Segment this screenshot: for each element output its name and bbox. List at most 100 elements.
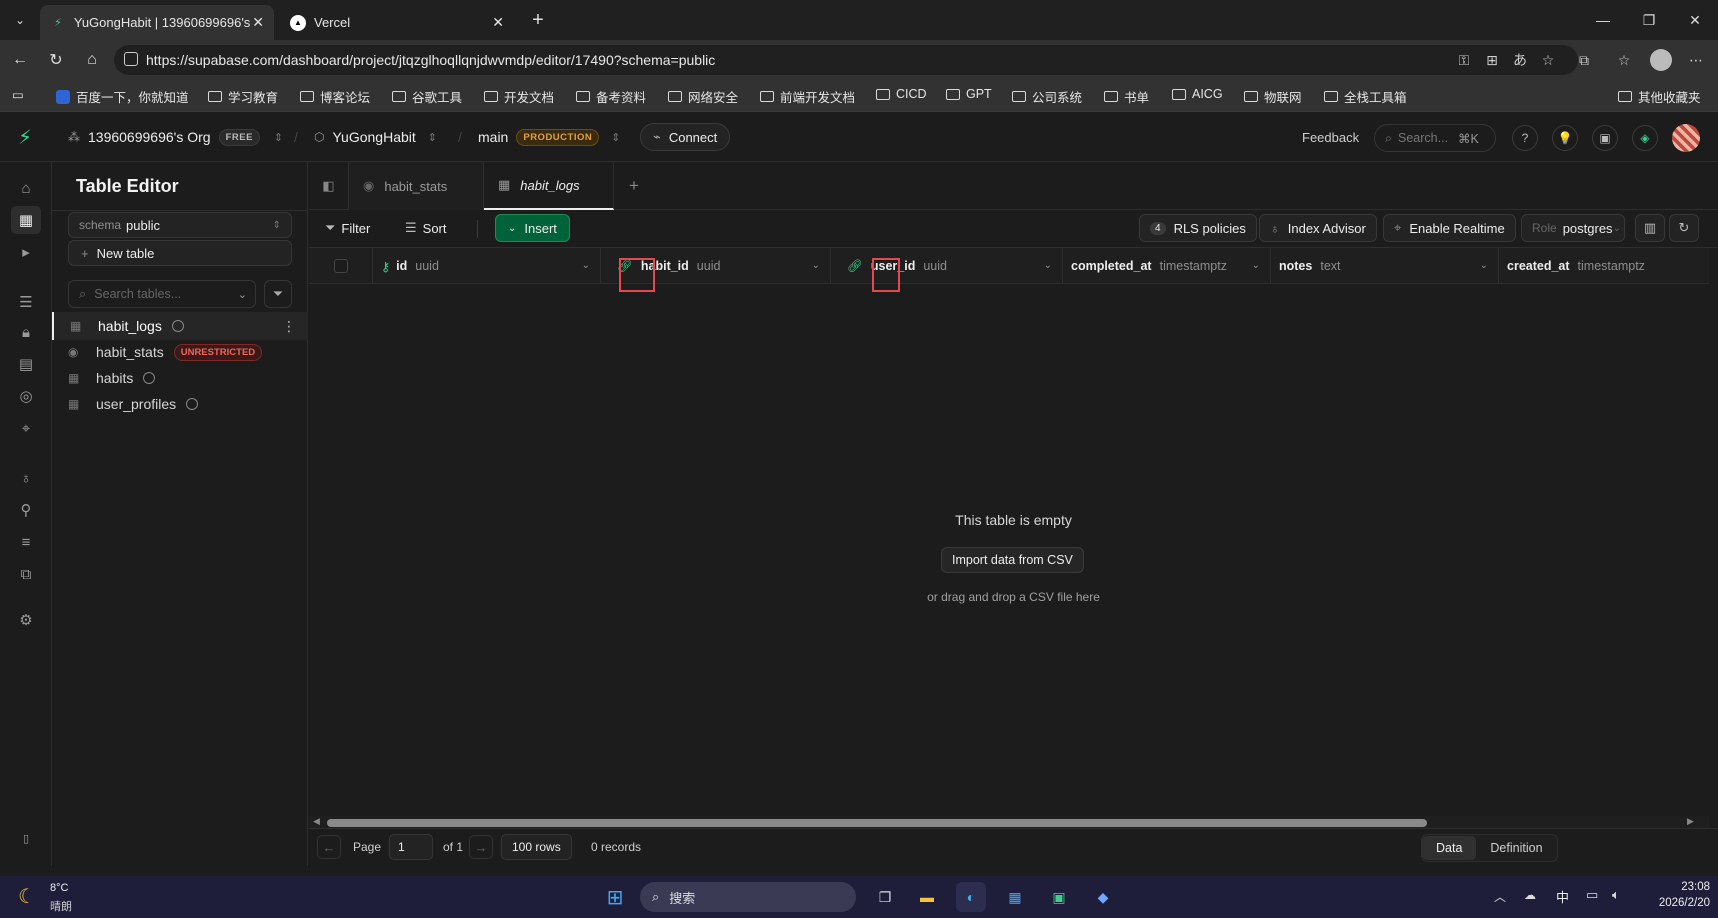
column-header-created_at[interactable]: created_at timestamptz [1499,248,1709,284]
bookmark-folder[interactable]: 全栈工具箱 [1324,87,1407,106]
table-item-habit_logs[interactable]: ▦ habit_logs ⋮ [52,312,308,340]
table-item-habits[interactable]: ▦ habits [52,364,308,392]
next-page-button[interactable]: → [469,835,493,859]
logs-list-icon[interactable]: ≡ [14,530,38,554]
storage-icon[interactable]: ▤ [14,352,38,376]
chevron-down-icon[interactable]: ⌄ [812,260,820,271]
rls-policies-button[interactable]: 4 RLS policies [1139,214,1257,242]
edge-browser-icon[interactable]: ◐ [956,882,986,912]
profile-avatar[interactable] [1650,49,1672,71]
add-tab-icon[interactable]: + [614,162,654,210]
scroll-right-icon[interactable]: ▶ [1687,816,1694,827]
translate-icon[interactable]: あ [1510,50,1530,70]
task-view-icon[interactable]: ❐ [870,882,900,912]
rows-per-page-select[interactable]: 100 rows [501,834,572,860]
supabase-logo-icon[interactable]: ⚡ [18,112,32,162]
tab-habit_stats[interactable]: ◉ habit_stats [349,162,484,210]
taskbar-search[interactable]: ⌕ 搜索 [640,882,856,912]
feedback-button[interactable]: Feedback [1302,112,1359,162]
weather-moon-icon[interactable]: ☾ [18,884,36,909]
schema-select[interactable]: schema public ⇕ [68,212,292,238]
select-all-checkbox[interactable] [333,259,348,273]
enable-realtime-button[interactable]: ⌖ Enable Realtime [1383,214,1516,242]
filter-button[interactable]: ⏷ Filter [325,214,370,242]
bookmark-folder[interactable]: 备考资料 [576,87,646,106]
new-tab-icon[interactable]: + [526,8,550,32]
windows-start-icon[interactable]: ⊞ [600,882,630,912]
bookmarks-toggle-icon[interactable]: ▭ [12,87,24,102]
database-icon[interactable]: ☰ [14,290,38,314]
favorites-icon[interactable]: ☆ [1614,50,1634,70]
refresh-icon[interactable]: ↻ [1669,214,1699,242]
index-advisor-button[interactable]: ♁ Index Advisor [1259,214,1377,242]
extensions-icon[interactable]: ⧉ [1574,50,1594,70]
observability-icon[interactable]: ⚲ [14,498,38,522]
home-icon[interactable]: ⌂ [14,176,38,200]
column-header-id[interactable]: ⚷ id uuid ⌄ [373,248,601,284]
clock-date[interactable]: 2026/2/20 [1640,897,1710,909]
chevron-down-icon[interactable]: ⌄ [1044,260,1052,271]
table-item-habit_stats[interactable]: ◉ habit_stats UNRESTRICTED [52,338,308,366]
column-header-user_id[interactable]: 🔗︎ user_id uuid ⌄ [831,248,1063,284]
column-header-notes[interactable]: notes text ⌄ [1271,248,1499,284]
browser-tab-supabase[interactable]: ⚡ YuGongHabit | 13960699696's Org ✕ [40,5,274,40]
clock-time[interactable]: 23:08 [1650,881,1710,893]
search-input[interactable]: ⌕ Search... ⌘K [1374,124,1496,152]
site-info-icon[interactable] [124,52,138,66]
vertical-scrollbar[interactable] [1709,248,1718,848]
back-icon[interactable]: ← [6,48,34,72]
realtime-icon[interactable]: ◎ [14,384,38,408]
edge-functions-icon[interactable]: ⌖ [14,416,38,440]
role-select[interactable]: Role postgres ⌄ [1521,214,1625,242]
toggle-sidebar-icon[interactable]: ◧ [309,162,349,210]
chevron-down-icon[interactable]: ⌄ [1252,260,1260,271]
bookmark-folder[interactable]: 物联网 [1244,87,1302,106]
store-icon[interactable]: ▦ [1000,882,1030,912]
browser-tab-vercel[interactable]: ▲ Vercel ✕ [280,5,514,40]
bookmark-folder[interactable]: GPT [946,87,992,101]
bookmark-folder[interactable]: 谷歌工具 [392,87,462,106]
favorite-star-icon[interactable]: ☆ [1538,50,1558,70]
close-tab-icon[interactable]: ✕ [252,14,264,31]
app-icon[interactable]: ◆ [1088,882,1118,912]
scroll-left-icon[interactable]: ◀ [313,816,320,827]
volume-icon[interactable]: 🔈︎ [1612,887,1620,903]
window-close-icon[interactable]: ✕ [1672,0,1718,40]
filter-tables-button[interactable]: ⏷ [264,280,292,308]
data-tab[interactable]: Data [1422,836,1477,860]
lightbulb-icon[interactable]: 💡 [1552,125,1578,151]
definition-tab[interactable]: Definition [1476,836,1556,860]
insert-button[interactable]: ⌄ Insert [495,214,570,242]
branch-selector[interactable]: main PRODUCTION ⇕ [478,112,620,162]
auth-lock-icon[interactable]: 🔒︎ [14,320,38,344]
terminal-app-icon[interactable]: ▣ [1044,882,1074,912]
password-key-icon[interactable]: ⚿ [1454,50,1474,70]
sort-button[interactable]: ☰ Sort [405,214,447,242]
search-tables-input[interactable]: ⌕ Search tables... ⌄ [68,280,256,308]
grid-view-toggle-icon[interactable]: ▥ [1635,214,1665,242]
bookmark-folder[interactable]: AICG [1172,87,1223,101]
url-bar[interactable]: https://supabase.com/dashboard/project/j… [114,45,1578,75]
sql-editor-icon[interactable]: ▸ [14,240,38,264]
connect-button[interactable]: ⌁ Connect [640,123,731,151]
bookmark-folder[interactable]: 书单 [1104,87,1149,106]
bookmark-folder[interactable]: 前端开发文档 [760,87,855,106]
tray-chevron-icon[interactable]: ︿ [1494,888,1506,905]
scrollbar-thumb[interactable] [327,819,1427,827]
bookmark-folder[interactable]: 博客论坛 [300,87,370,106]
table-editor-icon[interactable]: ▦ [11,206,41,234]
project-selector[interactable]: ⬡ YuGongHabit ⇕ [314,112,437,162]
terminal-icon[interactable]: ▣ [1592,125,1618,151]
chevron-down-icon[interactable]: ⌄ [582,260,590,271]
bookmark-folder[interactable]: CICD [876,87,927,101]
bookmark-folder[interactable]: 学习教育 [208,87,278,106]
settings-gear-icon[interactable]: ⚙ [14,608,38,632]
app-available-icon[interactable]: ⊞ [1482,50,1502,70]
network-icon[interactable]: ▭ [1586,887,1598,903]
bookmark-folder[interactable]: 开发文档 [484,87,554,106]
new-table-button[interactable]: + New table [68,240,292,266]
advisor-icon[interactable]: ◈ [1632,125,1658,151]
close-tab-icon[interactable]: ✕ [492,14,504,31]
import-csv-button[interactable]: Import data from CSV [941,547,1084,573]
page-input[interactable]: 1 [389,834,433,860]
